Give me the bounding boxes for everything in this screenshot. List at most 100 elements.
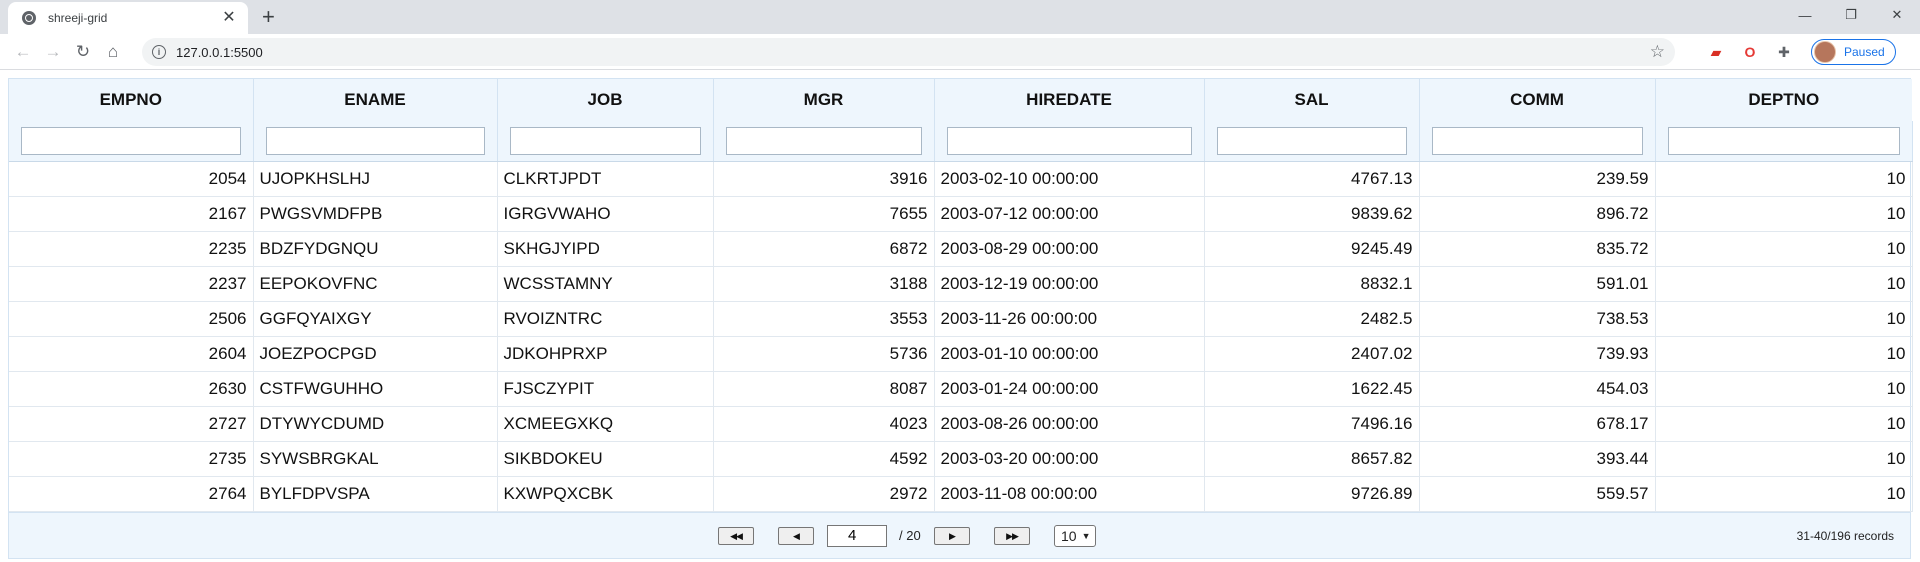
cell-ename: BDZFYDGNQU [253,231,498,267]
cell-mgr: 3553 [713,301,935,337]
tab-title: shreeji-grid [48,11,108,25]
first-page-button[interactable]: ◀◀ [718,526,754,545]
cell-sal: 9245.49 [1204,231,1420,267]
cell-deptno: 10 [1655,161,1913,197]
cell-hiredate: 2003-02-10 00:00:00 [934,161,1205,197]
cell-deptno: 10 [1655,196,1913,232]
cell-job: FJSCZYPIT [497,371,714,407]
cell-mgr: 4592 [713,441,935,477]
column-header-empno[interactable]: EMPNO [9,79,254,121]
filter-input-mgr[interactable] [725,126,922,155]
reload-icon[interactable]: ↻ [68,42,98,62]
site-info-icon[interactable]: i [152,45,166,59]
table-row[interactable]: 2764 BYLFDPVSPA KXWPQXCBK 2972 2003-11-08 00… [9,476,1913,512]
filter-input-deptno[interactable] [1667,126,1900,155]
address-bar[interactable]: i 127.0.0.1:5500 ☆ [142,38,1675,66]
cell-deptno: 10 [1655,301,1913,337]
filter-cell [713,121,935,162]
cell-sal: 9726.89 [1204,476,1420,512]
close-window-button[interactable]: ✕ [1874,0,1920,30]
table-row[interactable]: 2167 PWGSVMDFPB IGRGVWAHO 7655 2003-07-12 00… [9,196,1913,232]
puzzle-extensions-icon[interactable]: ✚ [1773,41,1795,63]
back-icon[interactable]: ← [8,42,38,62]
car-extension-icon[interactable]: ▰ [1705,41,1727,63]
cell-comm: 896.72 [1419,196,1656,232]
filter-input-ename[interactable] [265,126,485,155]
cell-mgr: 7655 [713,196,935,232]
cell-comm: 559.57 [1419,476,1656,512]
bookmark-star-icon[interactable]: ☆ [1650,42,1665,62]
prev-page-button[interactable]: ◀ [778,526,814,545]
cell-empno: 2604 [9,336,254,372]
filter-input-empno[interactable] [21,126,241,155]
filter-input-sal[interactable] [1216,126,1407,155]
column-header-sal[interactable]: SAL [1204,79,1420,121]
cell-empno: 2735 [9,441,254,477]
table-row[interactable]: 2235 BDZFYDGNQU SKHGJYIPD 6872 2003-08-29 00… [9,231,1913,267]
cell-mgr: 5736 [713,336,935,372]
browser-tabstrip: shreeji-grid ✕ + — ❐ ✕ [0,0,1920,34]
column-header-deptno[interactable]: DEPTNO [1655,79,1912,121]
opera-extension-icon[interactable]: O [1739,41,1761,63]
total-pages: / 20 [899,527,921,543]
browser-tab[interactable]: shreeji-grid ✕ [8,2,248,34]
column-header-hiredate[interactable]: HIREDATE [934,79,1205,121]
restore-button[interactable]: ❐ [1828,0,1874,30]
cell-job: RVOIZNTRC [497,301,714,337]
cell-comm: 738.53 [1419,301,1656,337]
new-tab-button[interactable]: + [262,6,275,28]
table-row[interactable]: 2630 CSTFWGUHHO FJSCZYPIT 8087 2003-01-24 00… [9,371,1913,407]
cell-hiredate: 2003-01-24 00:00:00 [934,371,1205,407]
table-row[interactable]: 2727 DTYWYCDUMD XCMEEGXKQ 4023 2003-08-26 00… [9,406,1913,442]
cell-ename: EEPOKOVFNC [253,266,498,302]
cell-sal: 1622.45 [1204,371,1420,407]
next-page-button[interactable]: ▶ [934,526,970,545]
cell-sal: 8657.82 [1204,441,1420,477]
cell-job: WCSSTAMNY [497,266,714,302]
column-header-comm[interactable]: COMM [1419,79,1656,121]
table-row[interactable]: 2735 SYWSBRGKAL SIKBDOKEU 4592 2003-03-20 00… [9,441,1913,477]
cell-ename: GGFQYAIXGY [253,301,498,337]
page-number-input[interactable] [827,524,887,547]
column-header-ename[interactable]: ENAME [253,79,498,121]
cell-ename: SYWSBRGKAL [253,441,498,477]
url-text[interactable]: 127.0.0.1:5500 [176,45,1650,60]
cell-empno: 2054 [9,161,254,197]
filter-cell [1204,121,1420,162]
column-header-mgr[interactable]: MGR [713,79,935,121]
page-size-select[interactable]: 10 ▼ [1054,524,1096,547]
window-controls: — ❐ ✕ [1782,0,1920,30]
table-row[interactable]: 2054 UJOPKHSLHJ CLKRTJPDT 3916 2003-02-10 00… [9,161,1913,197]
profile-button[interactable]: Paused [1811,39,1896,65]
cell-job: SKHGJYIPD [497,231,714,267]
table-row[interactable]: 2237 EEPOKOVFNC WCSSTAMNY 3188 2003-12-19 00… [9,266,1913,302]
cell-empno: 2237 [9,266,254,302]
close-tab-icon[interactable]: ✕ [220,9,238,27]
grid-table: EMPNO ENAME JOB MGR HIREDATE SAL COMM DEPTNO 20… [9,79,1913,512]
home-icon[interactable]: ⌂ [98,42,128,62]
cell-ename: UJOPKHSLHJ [253,161,498,197]
cell-mgr: 2972 [713,476,935,512]
cell-job: KXWPQXCBK [497,476,714,512]
cell-mgr: 3916 [713,161,935,197]
forward-icon[interactable]: → [38,42,68,62]
cell-ename: JOEZPOCPGD [253,336,498,372]
cell-empno: 2167 [9,196,254,232]
filter-cell [934,121,1205,162]
filter-cell [1655,121,1913,162]
column-header-job[interactable]: JOB [497,79,714,121]
cell-deptno: 10 [1655,266,1913,302]
table-row[interactable]: 2506 GGFQYAIXGY RVOIZNTRC 3553 2003-11-26 00… [9,301,1913,337]
cell-empno: 2235 [9,231,254,267]
cell-comm: 454.03 [1419,371,1656,407]
last-page-button[interactable]: ▶▶ [994,526,1030,545]
cell-sal: 2482.5 [1204,301,1420,337]
filter-input-hiredate[interactable] [946,126,1192,155]
cell-job: JDKOHPRXP [497,336,714,372]
minimize-button[interactable]: — [1782,0,1828,30]
filter-input-comm[interactable] [1431,126,1643,155]
table-row[interactable]: 2604 JOEZPOCPGD JDKOHPRXP 5736 2003-01-10 00… [9,336,1913,372]
cell-deptno: 10 [1655,336,1913,372]
filter-input-job[interactable] [509,126,701,155]
more-menu-icon[interactable]: ⋮ [1914,42,1920,62]
